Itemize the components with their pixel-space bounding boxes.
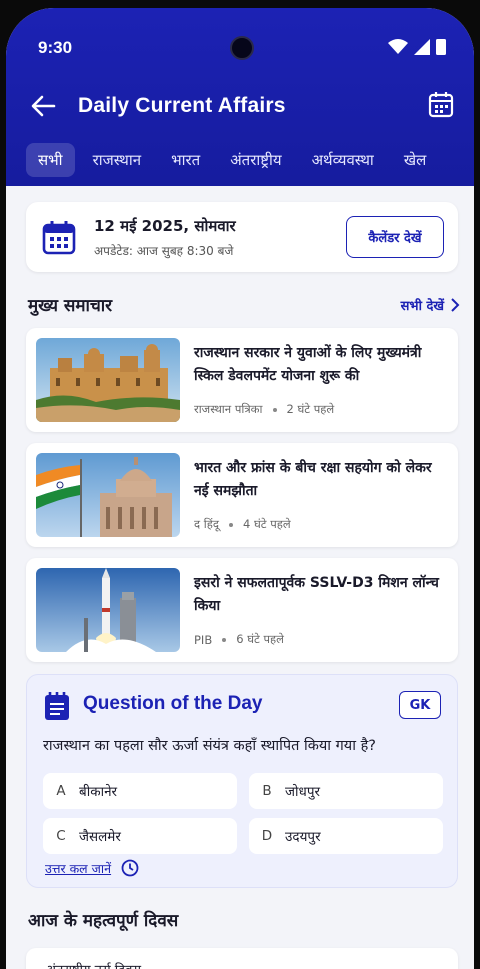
option-c[interactable]: C जैसलमेर [43,818,237,854]
clock-icon [121,859,139,877]
news-time: 6 घंटे पहले [236,632,284,646]
option-key: B [262,783,272,799]
important-day-label: अंतराष्ट्रीय नर्स दिवस [46,960,141,969]
app-screen: 9:30 Daily Current Affairs सभी राजस्थान … [6,8,474,969]
top-news-title: मुख्य समाचार [28,296,113,316]
news-card[interactable]: भारत और फ्रांस के बीच रक्षा सहयोग को लेक… [26,443,458,547]
option-text: जोधपुर [285,784,321,800]
see-all-link[interactable]: सभी देखें [401,296,460,314]
tab-international[interactable]: अंतराष्ट्रीय [218,143,293,177]
separator-dot [272,407,277,412]
qod-title: Question of the Day [83,693,263,714]
news-headline: भारत और फ्रांस के बीच रक्षा सहयोग को लेक… [194,460,432,499]
view-calendar-button[interactable]: कैलेंडर देखें [346,216,444,258]
tab-sports[interactable]: खेल [392,143,438,177]
flag-building-image [36,453,180,537]
see-all-label: सभी देखें [400,298,444,314]
status-time: 9:30 [38,38,73,57]
current-date: 12 मई 2025, सोमवार [94,217,236,235]
calendar-icon[interactable] [428,90,454,118]
important-days-title: आज के महत्वपूर्ण दिवस [28,911,179,931]
separator-dot [222,637,227,642]
news-headline: इसरो ने सफलतापूर्वक SSLV-D3 मिशन लॉन्च क… [194,575,439,614]
news-meta: राजस्थान पत्रिका 2 घंटे पहले [194,402,334,417]
option-b[interactable]: B जोधपुर [249,773,443,809]
tab-economy[interactable]: अर्थव्यवस्था [300,143,386,177]
option-key: C [56,828,66,844]
updated-time: अपडेटेड: आज सुबह 8:30 बजे [94,244,234,258]
signal-icon [414,38,430,55]
battery-icon [436,39,446,55]
option-key: A [56,783,66,799]
tab-india[interactable]: भारत [159,143,212,177]
question-text: राजस्थान का पहला सौर ऊर्जा संयंत्र कहाँ … [43,738,376,754]
news-source: द हिंदू [194,517,219,531]
rocket-launch-image [36,568,180,652]
wifi-icon [388,38,408,54]
chevron-right-icon [451,297,460,312]
app-bar: 9:30 Daily Current Affairs सभी राजस्थान … [6,8,474,186]
option-text: जैसलमेर [79,829,121,845]
top-news-header: मुख्य समाचार सभी देखें [28,293,460,316]
camera-hole [230,36,254,60]
important-day-card[interactable]: अंतराष्ट्रीय नर्स दिवस [26,948,458,969]
fort-image [36,338,180,422]
calendar-date-icon [42,221,76,255]
tab-all[interactable]: सभी [26,143,75,177]
option-text: उदयपुर [285,829,321,845]
question-of-day-card: Question of the Day GK राजस्थान का पहला … [26,674,458,888]
date-card: 12 मई 2025, सोमवार अपडेटेड: आज सुबह 8:30… [26,202,458,272]
news-source: राजस्थान पत्रिका [194,402,263,416]
news-meta: PIB 6 घंटे पहले [194,632,284,647]
option-a[interactable]: A बीकानेर [43,773,237,809]
status-icons [388,38,446,55]
back-arrow-icon[interactable] [30,93,56,119]
news-time: 4 घंटे पहले [242,517,291,531]
news-time: 2 घंटे पहले [286,402,335,416]
phone-frame: 9:30 Daily Current Affairs सभी राजस्थान … [0,0,480,969]
answer-tomorrow-link[interactable]: उत्तर कल जानें [45,859,139,877]
tab-rajasthan[interactable]: राजस्थान [81,143,153,177]
answer-link-label: उत्तर कल जानें [45,860,112,876]
news-card[interactable]: राजस्थान सरकार ने युवाओं के लिए मुख्यमंत… [26,328,458,432]
page-title: Daily Current Affairs [78,94,286,117]
news-card[interactable]: इसरो ने सफलतापूर्वक SSLV-D3 मिशन लॉन्च क… [26,558,458,662]
notepad-icon [45,692,69,720]
category-badge: GK [399,691,441,719]
news-source: PIB [194,632,213,647]
category-tabs: सभी राजस्थान भारत अंतराष्ट्रीय अर्थव्यवस… [26,143,444,177]
news-meta: द हिंदू 4 घंटे पहले [194,517,291,532]
news-headline: राजस्थान सरकार ने युवाओं के लिए मुख्यमंत… [194,345,422,384]
option-key: D [261,828,273,844]
option-text: बीकानेर [79,784,118,800]
separator-dot [228,522,233,527]
option-d[interactable]: D उदयपुर [249,818,443,854]
